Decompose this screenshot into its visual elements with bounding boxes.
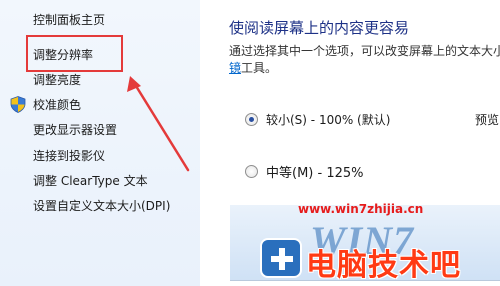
page-title: 使阅读屏幕上的内容更容易 xyxy=(229,19,410,37)
sidebar-item-change-display-settings[interactable]: 更改显示器设置 xyxy=(33,122,117,138)
radio-smaller[interactable] xyxy=(245,113,258,126)
sidebar-item-connect-projector[interactable]: 连接到投影仪 xyxy=(33,148,105,164)
description-text: 通过选择其中一个选项，可以改变屏幕上的文本大小 xyxy=(229,44,500,58)
option-medium[interactable]: 中等(M) - 125% xyxy=(245,162,363,181)
brand-logo-icon xyxy=(260,238,302,278)
sidebar-item-control-panel-home[interactable]: 控制面板主页 xyxy=(33,12,105,28)
watermark-url: www.win7zhijia.cn xyxy=(298,202,424,216)
option-smaller-label: 较小(S) - 100% (默认) xyxy=(266,113,391,127)
sidebar-item-calibrate-color[interactable]: 校准颜色 xyxy=(33,97,81,113)
option-smaller[interactable]: 较小(S) - 100% (默认) xyxy=(245,111,390,128)
watermark-brand: 电脑技术吧 xyxy=(306,248,461,283)
highlight-box xyxy=(26,35,123,72)
description-text-2: 镜工具。 xyxy=(229,59,277,76)
description-tail: 工具。 xyxy=(241,61,278,75)
sidebar-item-custom-text-size[interactable]: 设置自定义文本大小(DPI) xyxy=(33,198,170,214)
preview-label: 预览 xyxy=(475,113,500,127)
sidebar-item-adjust-brightness[interactable]: 调整亮度 xyxy=(33,72,81,88)
sidebar-item-adjust-cleartype[interactable]: 调整 ClearType 文本 xyxy=(33,173,148,189)
magnifier-link[interactable]: 镜 xyxy=(229,61,241,75)
option-medium-label: 中等(M) - 125% xyxy=(266,166,364,181)
radio-medium[interactable] xyxy=(245,165,258,178)
shield-icon xyxy=(10,96,26,113)
